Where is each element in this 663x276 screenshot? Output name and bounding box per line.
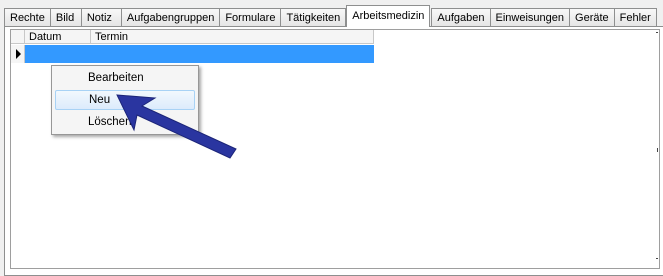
row-header-corner: [11, 30, 25, 44]
menu-item-neu[interactable]: Neu: [55, 90, 195, 110]
scroll-tick-icon: [656, 258, 658, 259]
tab-formulare[interactable]: Formulare: [219, 8, 282, 27]
tab-notiz[interactable]: Notiz: [80, 8, 122, 27]
cell-termin[interactable]: [91, 45, 374, 63]
menu-item-bearbeiten[interactable]: Bearbeiten: [55, 68, 195, 88]
tab-bar: Rechte Bild Notiz Aufgabengruppen Formul…: [4, 5, 663, 27]
column-header-datum[interactable]: Datum: [25, 30, 91, 44]
tab-taetigkeiten[interactable]: Tätigkeiten: [280, 8, 347, 27]
grid-header: Datum Termin: [11, 30, 374, 44]
tab-geraete[interactable]: Geräte: [569, 8, 615, 27]
tab-rechte[interactable]: Rechte: [4, 8, 51, 27]
row-indicator[interactable]: [11, 45, 25, 63]
tab-einweisungen[interactable]: Einweisungen: [489, 8, 571, 27]
tab-fehler[interactable]: Fehler: [613, 8, 657, 27]
tab-arbeitsmedizin[interactable]: Arbeitsmedizin: [346, 5, 431, 27]
tab-aufgabengruppen[interactable]: Aufgabengruppen: [120, 8, 221, 27]
scroll-tick-icon: [656, 32, 658, 33]
tab-aufgaben[interactable]: Aufgaben: [431, 8, 491, 27]
table-row[interactable]: [25, 45, 374, 63]
context-menu: Bearbeiten Neu Löschen: [51, 65, 199, 135]
menu-item-loeschen[interactable]: Löschen: [55, 112, 195, 132]
cell-datum[interactable]: [25, 45, 91, 63]
scroll-grip-icon: [657, 148, 658, 152]
tab-bild[interactable]: Bild: [49, 8, 82, 27]
column-header-termin[interactable]: Termin: [91, 30, 374, 44]
current-row-arrow-icon: [16, 49, 21, 59]
